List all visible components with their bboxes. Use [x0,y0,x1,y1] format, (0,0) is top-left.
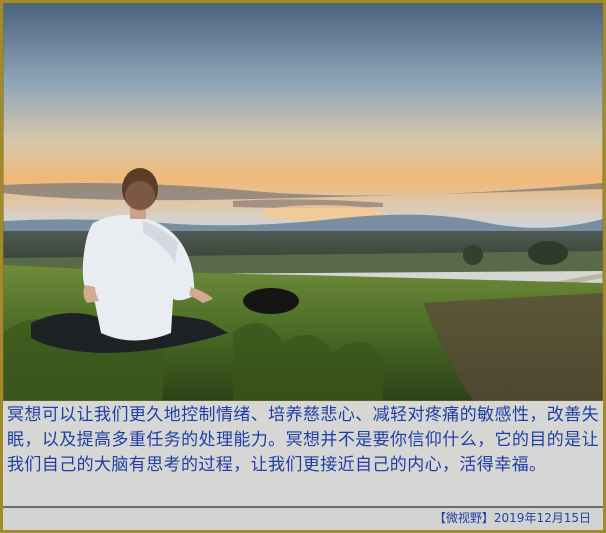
footer-bar: 【微视野】2019年12月15日 [3,506,603,530]
source-date: 【微视野】2019年12月15日 [433,511,591,525]
article-card: 冥想可以让我们更久地控制情绪、培养慈悲心、减轻对疼痛的敏感性，改善失眠，以及提高… [0,0,606,533]
meditation-photo [3,3,603,401]
caption-text: 冥想可以让我们更久地控制情绪、培养慈悲心、减轻对疼痛的敏感性，改善失眠，以及提高… [7,405,599,475]
